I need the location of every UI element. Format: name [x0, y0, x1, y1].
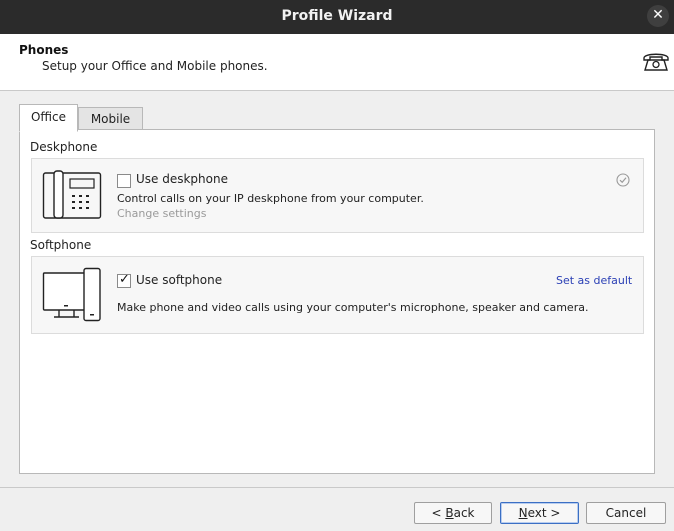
use-deskphone-label: Use deskphone [136, 172, 228, 186]
wizard-header: Phones Setup your Office and Mobile phon… [0, 34, 674, 91]
close-icon: ✕ [652, 7, 664, 23]
check-circle-icon [616, 173, 630, 187]
page-subtitle: Setup your Office and Mobile phones. [42, 59, 268, 73]
tab-mobile[interactable]: Mobile [78, 107, 143, 131]
softphone-card: ✓ Use softphone Set as default Make phon… [31, 256, 644, 334]
page-title: Phones [19, 43, 69, 57]
use-softphone-label: Use softphone [136, 273, 223, 287]
title-bar: Profile Wizard ✕ [0, 0, 674, 34]
softphone-section-label: Softphone [30, 238, 92, 252]
change-settings-link[interactable]: Change settings [117, 207, 206, 220]
deskphone-description: Control calls on your IP deskphone from … [117, 192, 424, 205]
deskphone-section-label: Deskphone [30, 140, 98, 154]
use-softphone-checkbox[interactable]: ✓ [117, 272, 131, 288]
tab-office[interactable]: Office [19, 104, 78, 132]
cancel-button[interactable]: Cancel [586, 502, 666, 524]
deskphone-card: Use deskphone Control calls on your IP d… [31, 158, 644, 233]
telephone-icon [643, 53, 669, 71]
close-button[interactable]: ✕ [647, 5, 669, 27]
window-title: Profile Wizard [281, 8, 393, 24]
set-as-default-link[interactable]: Set as default [556, 274, 632, 287]
use-deskphone-checkbox[interactable] [117, 174, 131, 188]
softphone-description: Make phone and video calls using your co… [117, 301, 589, 314]
computer-icon [42, 267, 101, 322]
wizard-footer: < Back Next > Cancel [0, 487, 674, 531]
back-button[interactable]: < Back [414, 502, 492, 524]
deskphone-icon [42, 170, 102, 219]
next-button[interactable]: Next > [500, 502, 579, 524]
checkmark-icon: ✓ [119, 272, 130, 287]
tab-panel-office: Deskphone Use deskphone Control calls on… [19, 129, 655, 474]
